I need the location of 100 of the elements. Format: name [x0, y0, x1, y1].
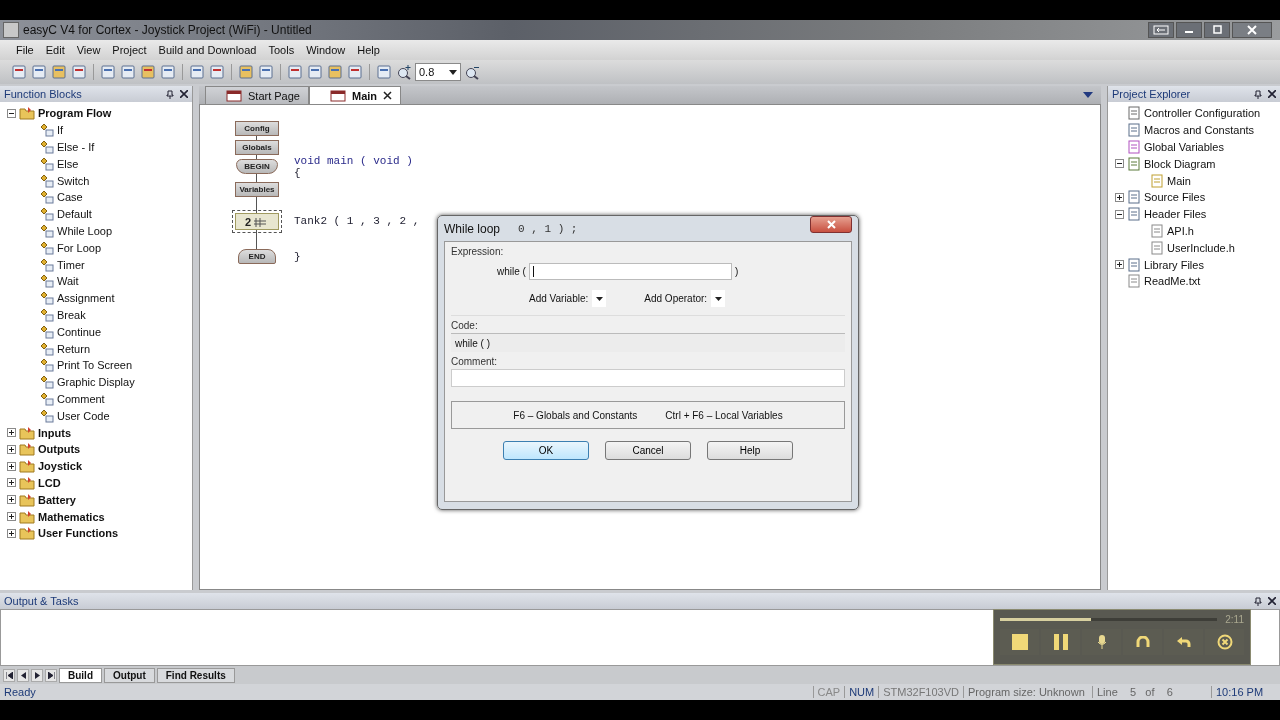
menu-item[interactable]: View	[70, 44, 107, 56]
tree-item[interactable]: Main	[1167, 174, 1191, 187]
tree-item[interactable]: Break	[57, 308, 86, 321]
tree-item[interactable]: UserInclude.h	[1167, 241, 1235, 254]
expander-icon[interactable]	[7, 461, 16, 471]
close-button[interactable]	[810, 216, 852, 233]
code-line: 0 , 1 ) ;	[518, 222, 578, 235]
last-icon[interactable]	[45, 668, 57, 682]
tree-item[interactable]: Battery	[38, 493, 76, 506]
tree-item[interactable]: Joystick	[38, 460, 83, 473]
tree-item[interactable]: Global Variables	[1144, 141, 1224, 153]
zoom-dropdown[interactable]: 0.8	[415, 63, 461, 81]
flow-block[interactable]: Variables	[235, 182, 279, 197]
expander-icon[interactable]	[7, 428, 16, 438]
tree-item[interactable]: Outputs	[38, 443, 81, 456]
caret-icon[interactable]	[1083, 92, 1093, 98]
close-icon[interactable]	[180, 90, 188, 98]
tree-item[interactable]: Timer	[57, 258, 85, 271]
expander-icon[interactable]	[7, 444, 16, 454]
tree-item[interactable]: If	[57, 124, 64, 137]
pin-icon[interactable]	[1254, 596, 1262, 606]
tree-item[interactable]: Library Files	[1144, 258, 1204, 271]
expression-field[interactable]	[528, 263, 732, 280]
output-tab[interactable]: Output	[104, 667, 155, 683]
tree-item[interactable]: Source Files	[1144, 191, 1206, 204]
first-icon[interactable]	[3, 668, 15, 682]
tree-item[interactable]: Block Diagram	[1144, 157, 1216, 170]
tree-item[interactable]: Print To Screen	[57, 359, 132, 372]
expander-icon[interactable]	[7, 512, 16, 521]
tree-item[interactable]: ReadMe.txt	[1144, 275, 1201, 288]
tree-item[interactable]: LCD	[38, 476, 61, 489]
close-icon[interactable]	[1268, 597, 1276, 605]
tree-item[interactable]: User Code	[57, 409, 110, 422]
tree-item[interactable]: User Functions	[38, 527, 119, 540]
tree-item[interactable]: Continue	[57, 325, 102, 338]
flow-block[interactable]: BEGIN	[236, 159, 278, 174]
menu-item[interactable]: Edit	[39, 44, 71, 56]
block-icon	[40, 274, 54, 289]
menu-item[interactable]: Project	[106, 44, 153, 56]
expander-icon[interactable]	[7, 528, 16, 538]
variable-dropdown[interactable]	[592, 290, 607, 307]
zoom-in-icon[interactable]	[395, 63, 413, 81]
tree-item[interactable]: Assignment	[57, 292, 115, 305]
clock: 10:16 PM	[1211, 686, 1280, 698]
block-icon	[40, 324, 54, 339]
tree-item[interactable]: Header Files	[1144, 208, 1207, 221]
expander-icon[interactable]	[1115, 192, 1124, 202]
shortcut-hint: F6 – Globals and Constants	[513, 409, 638, 421]
close-icon[interactable]	[383, 91, 393, 100]
operator-dropdown[interactable]	[711, 290, 726, 307]
tree-item[interactable]: Comment	[57, 392, 105, 405]
flow-block[interactable]: 2	[235, 213, 279, 230]
tree-item[interactable]: Switch	[57, 174, 90, 187]
tree-item[interactable]: Mathematics	[38, 510, 105, 523]
minimize-button[interactable]	[1176, 22, 1202, 38]
expander-icon[interactable]	[7, 108, 16, 118]
pin-icon[interactable]	[1254, 89, 1262, 99]
dialog-button[interactable]: Help	[707, 441, 793, 460]
tree-item[interactable]: Return	[57, 342, 91, 355]
tree-item[interactable]: Inputs	[38, 426, 71, 439]
tree-item[interactable]: For Loop	[57, 241, 102, 254]
code-line: }	[294, 251, 301, 263]
editor-tab[interactable]: Start Page	[205, 86, 309, 104]
tree-item[interactable]: Case	[57, 191, 83, 204]
dialog-button[interactable]: OK	[503, 441, 589, 460]
close-button[interactable]	[1232, 22, 1272, 38]
tree-item[interactable]: Else - If	[57, 141, 95, 153]
close-icon[interactable]	[1268, 90, 1276, 98]
menu-item[interactable]: Help	[351, 44, 386, 56]
tree-item[interactable]: While Loop	[57, 224, 113, 237]
menu-item[interactable]: Build and Download	[152, 44, 263, 56]
flow-block[interactable]: END	[238, 249, 276, 264]
editor-tab[interactable]: Main	[309, 86, 402, 104]
expander-icon[interactable]	[1115, 159, 1124, 169]
expander-icon[interactable]	[1115, 209, 1124, 219]
tree-item[interactable]: Program Flow	[38, 107, 112, 120]
tree-item[interactable]: Controller Configuration	[1144, 107, 1261, 120]
output-tab[interactable]: Build	[59, 667, 102, 683]
tree-item[interactable]: Else	[57, 157, 79, 170]
next-icon[interactable]	[31, 668, 43, 682]
comment-field[interactable]	[451, 369, 845, 387]
tree-item[interactable]: Default	[57, 208, 92, 221]
expander-icon[interactable]	[7, 478, 16, 488]
tree-item[interactable]: Macros and Constants	[1144, 124, 1255, 137]
switch-icon[interactable]	[1148, 22, 1174, 38]
tree-item[interactable]: API.h	[1167, 224, 1194, 237]
expander-icon[interactable]	[7, 495, 16, 505]
expander-icon[interactable]	[1115, 260, 1124, 270]
flow-block[interactable]: Config	[235, 121, 279, 136]
maximize-button[interactable]	[1204, 22, 1230, 38]
flow-block[interactable]: Globals	[235, 140, 279, 155]
menu-item[interactable]: File	[10, 44, 40, 56]
pin-icon[interactable]	[166, 89, 174, 99]
dialog-button[interactable]: Cancel	[605, 441, 691, 460]
tree-item[interactable]: Graphic Display	[57, 376, 135, 389]
menu-item[interactable]: Window	[300, 44, 352, 56]
output-tab[interactable]: Find Results	[156, 667, 235, 683]
previous-icon[interactable]	[17, 668, 29, 682]
tree-item[interactable]: Wait	[57, 275, 79, 288]
menu-item[interactable]: Tools	[262, 44, 301, 56]
